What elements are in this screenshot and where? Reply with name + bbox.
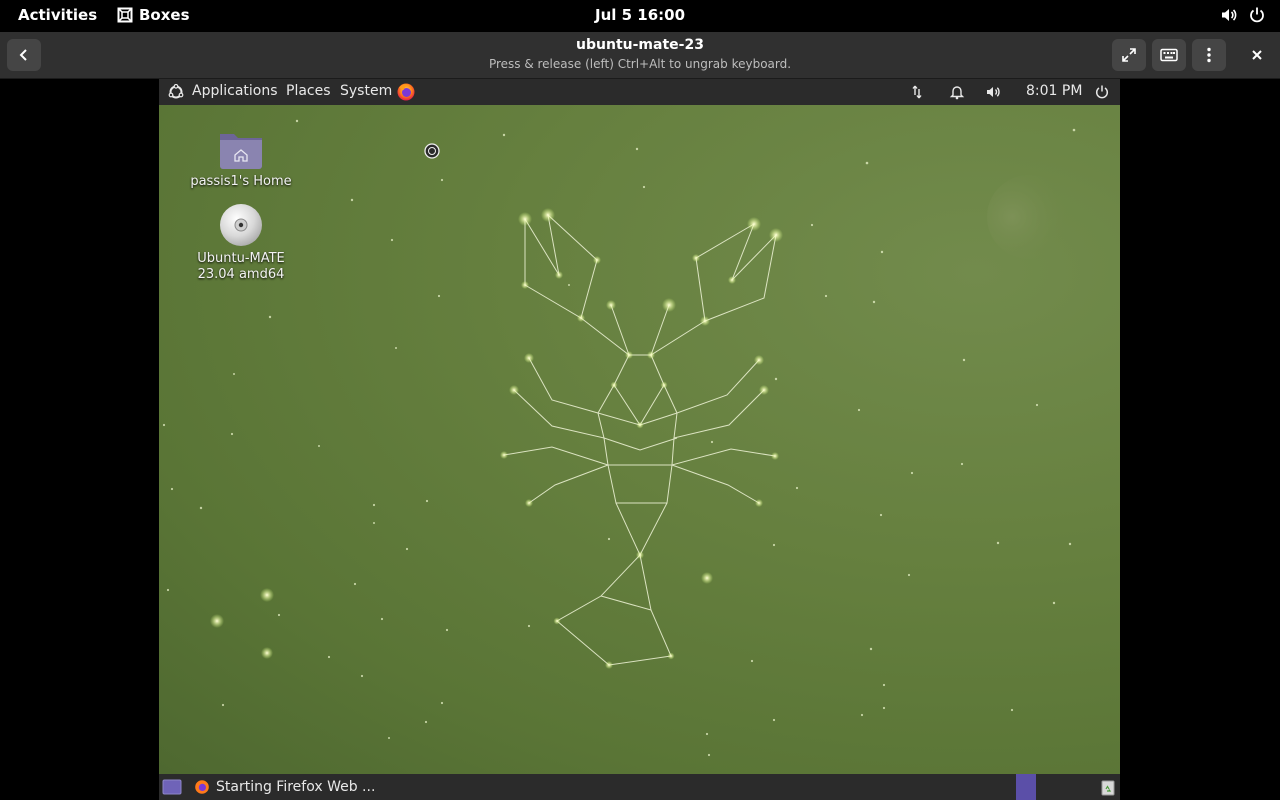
cd-disc-icon [220,204,262,246]
firefox-icon [195,780,209,794]
boxes-headerbar: ubuntu-mate-23 Press & release (left) Ct… [0,32,1280,79]
desktop-icon-cd[interactable]: Ubuntu-MATE 23.04 amd64 [181,203,301,283]
taskbar-item-firefox[interactable]: Starting Firefox Web ... [194,776,375,798]
lobster-constellation [503,213,777,666]
keyboard-icon [1160,48,1178,62]
app-menu[interactable]: Boxes [117,6,190,24]
gnome-top-bar: Activities Boxes Jul 5 16:00 [0,0,1280,32]
app-menu-label: Boxes [139,6,190,24]
firefox-launcher-icon[interactable] [396,82,416,102]
desktop-icon-home[interactable]: passis1's Home [181,128,301,190]
desktop-icon-label: Ubuntu-MATE 23.04 amd64 [197,251,285,282]
activities-button[interactable]: Activities [18,6,97,24]
system-tray[interactable] [1220,6,1266,24]
menu-places[interactable]: Places [286,83,331,99]
mate-desktop[interactable]: passis1's Home Ubuntu-MATE 23.04 amd64 [159,105,1120,774]
send-keys-button[interactable] [1152,39,1186,71]
taskbar-item-label: Starting Firefox Web ... [216,779,376,795]
trash-icon[interactable] [1099,778,1117,796]
close-icon [1252,50,1262,60]
moon-decoration [987,175,1071,259]
fullscreen-icon [1122,48,1136,62]
volume-icon[interactable] [985,84,1001,100]
workspace-switcher[interactable] [1016,774,1036,800]
menu-system[interactable]: System [340,83,392,99]
network-icon[interactable] [909,84,925,100]
home-folder-icon [220,134,262,169]
vm-display[interactable]: Applications Places System 8:01 PM passi… [159,79,1120,800]
mouse-cursor-icon [424,143,440,159]
panel-clock[interactable]: 8:01 PM [1026,83,1082,99]
boxes-app-icon [117,7,133,23]
mate-top-panel: Applications Places System 8:01 PM [159,79,1120,105]
volume-icon [1222,9,1237,21]
window-subtitle: Press & release (left) Ctrl+Alt to ungra… [488,57,792,71]
menu-button[interactable] [1192,39,1226,71]
fullscreen-button[interactable] [1112,39,1146,71]
kebab-menu-icon [1207,47,1211,63]
menu-applications[interactable]: Applications [192,83,278,99]
window-title: ubuntu-mate-23 [576,37,704,53]
power-icon[interactable] [1094,84,1110,100]
power-icon [1250,7,1264,23]
show-desktop-icon[interactable] [162,778,182,796]
ubuntu-mate-logo-icon[interactable] [168,84,184,100]
close-button[interactable] [1240,39,1274,71]
date-time[interactable]: Jul 5 16:00 [595,6,685,24]
mate-bottom-panel: Starting Firefox Web ... [159,774,1120,800]
constellation-wallpaper [162,119,1076,757]
desktop-icon-label: passis1's Home [190,174,292,189]
notification-bell-icon[interactable] [949,84,965,100]
